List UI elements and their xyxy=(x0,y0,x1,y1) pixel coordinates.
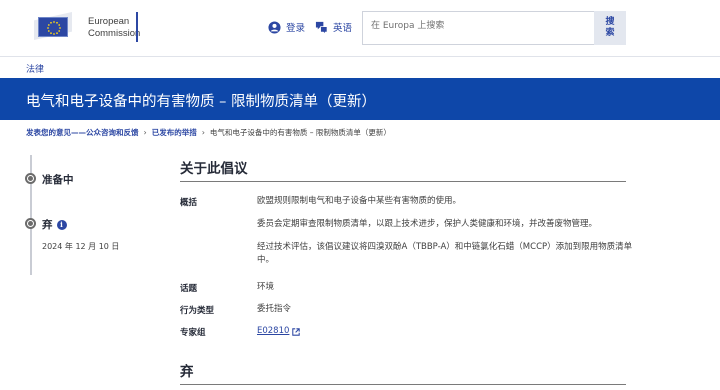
external-link-icon xyxy=(292,327,301,336)
act-type-value: 委托指令 xyxy=(257,304,292,314)
site-header: European Commission 登录 英语 在 Europa 上搜索 搜… xyxy=(0,0,720,56)
timeline-stage-label: 弃 xyxy=(42,219,53,231)
timeline-date: 2024 年 12 月 10 日 xyxy=(42,242,120,251)
timeline-stage-preparation: 准备中 xyxy=(42,174,74,186)
expert-group-link[interactable]: E02810 xyxy=(257,325,637,338)
timeline-dot-icon xyxy=(25,173,36,184)
breadcrumb-item-published[interactable]: 已发布的举措 xyxy=(152,127,197,138)
summary-paragraph-3: 经过技术评估，该倡议建议将四溴双酚A（TBBP-A）和中链氯化石蜡（MCCP）添… xyxy=(257,242,633,265)
language-selector[interactable]: 英语 xyxy=(315,20,352,34)
logo-text: European Commission xyxy=(88,16,140,40)
expert-group-label: 专家组 xyxy=(180,328,206,338)
section-heading-about: 关于此倡议 xyxy=(180,161,248,177)
breadcrumb-item-current: 电气和电子设备中的有害物质 – 限制物质清单（更新） xyxy=(209,128,391,137)
logo-line-1: European xyxy=(88,16,130,27)
act-type-label: 行为类型 xyxy=(180,306,215,316)
nav-link-law[interactable]: 法律 xyxy=(26,62,44,75)
section-rule xyxy=(180,384,626,385)
login-label: 登录 xyxy=(286,23,306,34)
user-icon xyxy=(268,20,281,34)
info-icon[interactable]: i xyxy=(56,219,67,230)
breadcrumb-item-consultations[interactable]: 发表您的意见——公众咨询和反馈 xyxy=(26,127,139,138)
search-input[interactable]: 在 Europa 上搜索 xyxy=(362,11,594,45)
expert-group-code: E02810 xyxy=(257,326,290,336)
summary-label: 概括 xyxy=(180,198,198,208)
search-button-label: 搜索 xyxy=(605,17,615,38)
topic-label: 话题 xyxy=(180,284,198,294)
logo-line-2: Commission xyxy=(88,28,141,39)
language-icon xyxy=(315,21,328,34)
breadcrumb: 发表您的意见——公众咨询和反馈 › 已发布的举措 › 电气和电子设备中的有害物质… xyxy=(26,127,391,138)
language-label: 英语 xyxy=(333,23,353,34)
login-link[interactable]: 登录 xyxy=(268,20,305,34)
timeline-dot-icon xyxy=(25,218,36,229)
summary-paragraph-2: 委员会定期审查限制物质清单，以跟上技术进步，保护人类健康和环境，并改善废物管理。 xyxy=(257,219,598,229)
logo-divider xyxy=(136,12,138,42)
summary-paragraph-1: 欧盟规则限制电气和电子设备中某些有害物质的使用。 xyxy=(257,196,462,206)
search-bar: 在 Europa 上搜索 搜索 xyxy=(362,11,626,45)
page-title: 电气和电子设备中的有害物质 – 限制物质清单（更新） xyxy=(26,94,376,110)
topic-value: 环境 xyxy=(257,282,275,292)
timeline-stage-abandoned: 弃 i xyxy=(42,217,67,232)
chevron-right-icon: › xyxy=(143,128,147,137)
eu-flag-icon xyxy=(26,12,78,44)
header-divider xyxy=(0,56,720,57)
chevron-right-icon: › xyxy=(201,128,205,137)
section-heading-abandoned: 弃 xyxy=(180,364,194,380)
ec-logo[interactable]: European Commission xyxy=(26,12,140,44)
search-button[interactable]: 搜索 xyxy=(594,11,626,45)
section-rule xyxy=(180,181,626,182)
